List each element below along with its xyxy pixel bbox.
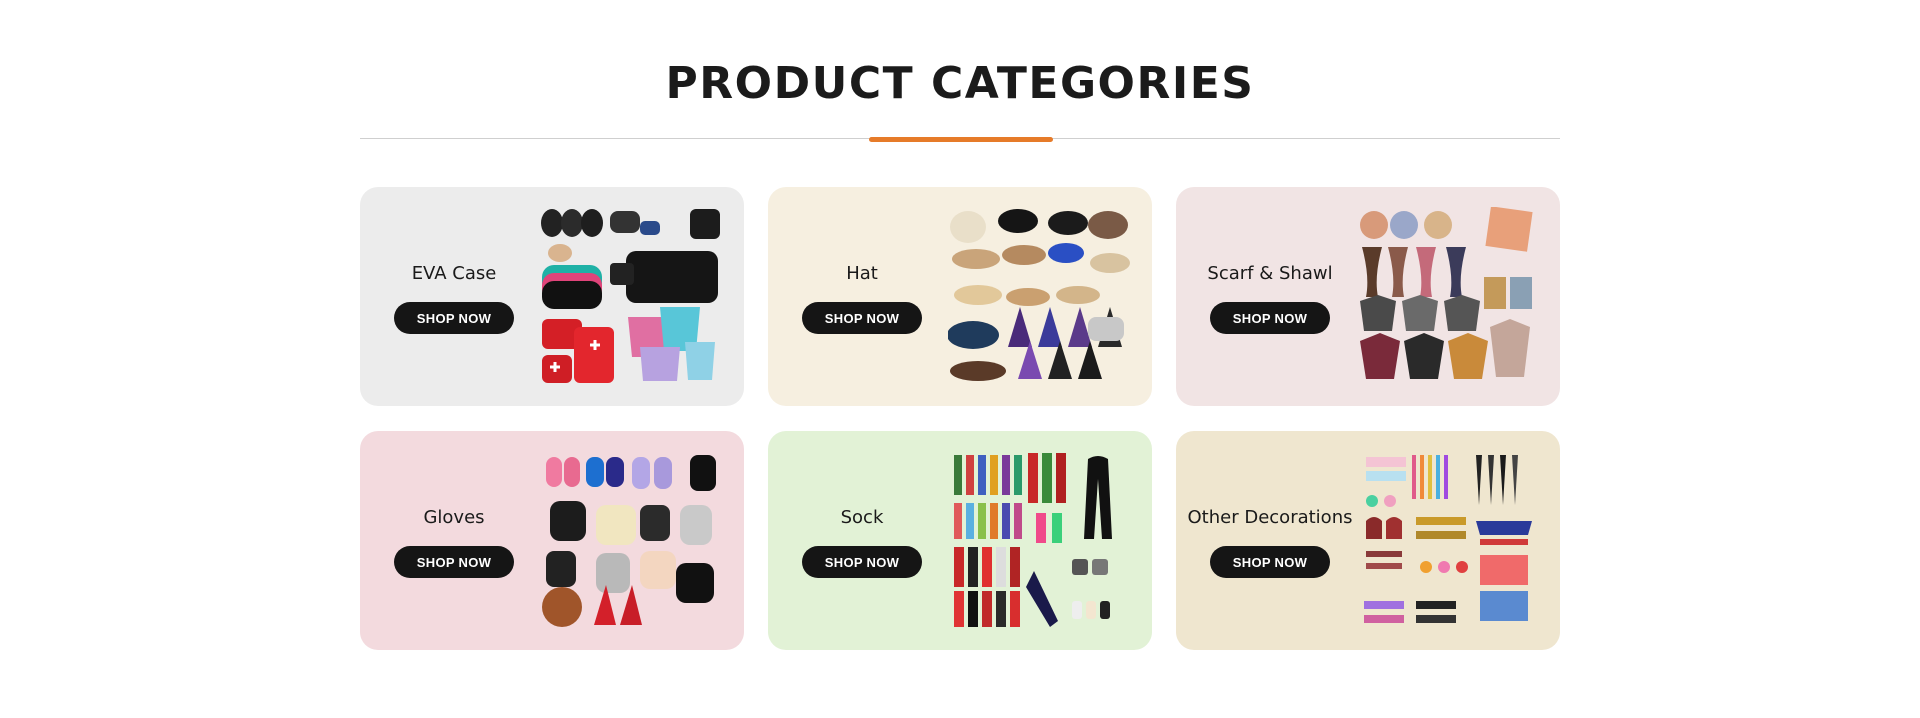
- category-card-hat[interactable]: Hat SHOP NOW: [768, 187, 1152, 406]
- category-info: Sock SHOP NOW: [768, 431, 956, 650]
- category-name: Hat: [846, 263, 878, 284]
- category-info: Hat SHOP NOW: [768, 187, 956, 406]
- category-name: EVA Case: [411, 263, 497, 284]
- scarf-shawl-products-image[interactable]: [1356, 207, 1540, 386]
- shop-now-button[interactable]: SHOP NOW: [1210, 546, 1330, 578]
- category-card-sock[interactable]: Sock SHOP NOW: [768, 431, 1152, 650]
- category-info: Scarf & Shawl SHOP NOW: [1176, 187, 1364, 406]
- title-divider-accent: [869, 137, 1053, 142]
- category-card-eva-case[interactable]: EVA Case SHOP NOW: [360, 187, 744, 406]
- sock-products-image[interactable]: [948, 451, 1132, 630]
- shop-now-button[interactable]: SHOP NOW: [802, 302, 922, 334]
- category-info: Gloves SHOP NOW: [360, 431, 548, 650]
- category-card-scarf-shawl[interactable]: Scarf & Shawl SHOP NOW: [1176, 187, 1560, 406]
- category-name: Scarf & Shawl: [1207, 263, 1333, 284]
- shop-now-button[interactable]: SHOP NOW: [802, 546, 922, 578]
- shop-now-button[interactable]: SHOP NOW: [1210, 302, 1330, 334]
- shop-now-button[interactable]: SHOP NOW: [394, 302, 514, 334]
- category-info: Other Decorations SHOP NOW: [1176, 431, 1364, 650]
- category-grid: EVA Case SHOP NOW Hat SHOP NOW Scarf & S…: [360, 187, 1560, 650]
- category-name: Gloves: [423, 507, 485, 528]
- eva-case-products-image[interactable]: [540, 207, 724, 386]
- category-card-gloves[interactable]: Gloves SHOP NOW: [360, 431, 744, 650]
- decorations-products-image[interactable]: [1356, 451, 1540, 630]
- shop-now-button[interactable]: SHOP NOW: [394, 546, 514, 578]
- hat-products-image[interactable]: [948, 207, 1132, 386]
- product-categories-section: PRODUCT CATEGORIES EVA Case SHOP NOW Hat…: [360, 0, 1560, 718]
- category-card-other-decorations[interactable]: Other Decorations SHOP NOW: [1176, 431, 1560, 650]
- gloves-products-image[interactable]: [540, 451, 724, 630]
- category-info: EVA Case SHOP NOW: [360, 187, 548, 406]
- category-name: Other Decorations: [1187, 507, 1353, 528]
- section-title: PRODUCT CATEGORIES: [665, 58, 1255, 109]
- category-name: Sock: [840, 507, 884, 528]
